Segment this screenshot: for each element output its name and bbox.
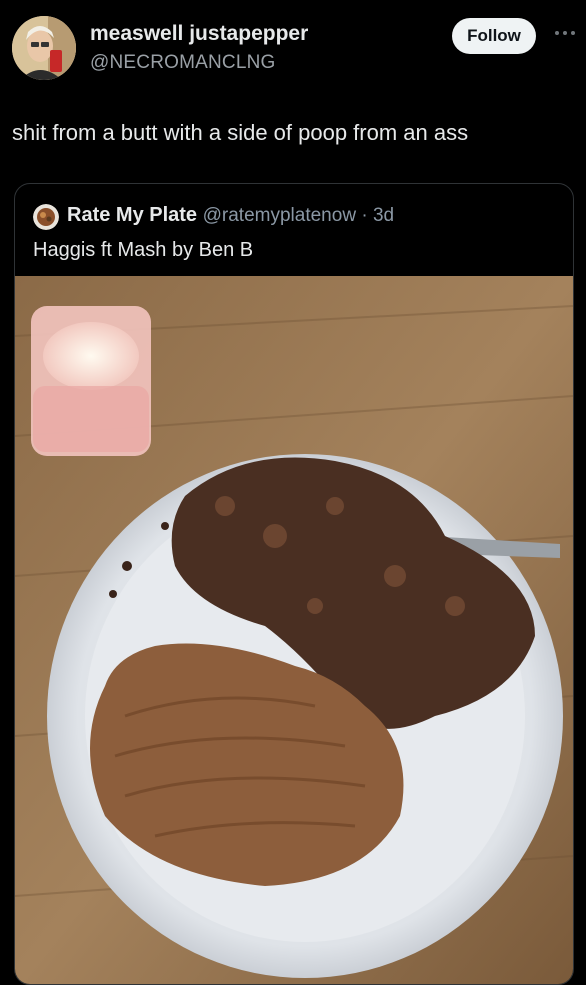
quoted-age[interactable]: 3d [373, 205, 394, 226]
author-handle[interactable]: @NECROMANCLNG [90, 52, 276, 74]
author-display-name[interactable]: measwell justapepper [90, 22, 308, 46]
tweet-header: measwell justapepper @NECROMANCLNG Follo… [0, 0, 586, 100]
quoted-handle[interactable]: @ratemyplatenow [203, 205, 356, 226]
more-options-icon[interactable] [552, 26, 578, 40]
quoted-dot-separator: · [356, 205, 373, 226]
quoted-text: Haggis ft Mash by Ben B [33, 239, 254, 261]
quoted-author-line: Rate My Plate @ratemyplatenow · 3d [67, 204, 394, 227]
quoted-display-name[interactable]: Rate My Plate [67, 204, 197, 226]
quoted-avatar[interactable] [33, 204, 59, 230]
food-photo[interactable] [15, 276, 573, 984]
quoted-tweet[interactable]: Rate My Plate @ratemyplatenow · 3d Haggi… [14, 183, 574, 985]
follow-button[interactable]: Follow [452, 18, 536, 54]
author-avatar[interactable] [12, 16, 76, 80]
tweet-text: shit from a butt with a side of poop fro… [12, 120, 469, 145]
